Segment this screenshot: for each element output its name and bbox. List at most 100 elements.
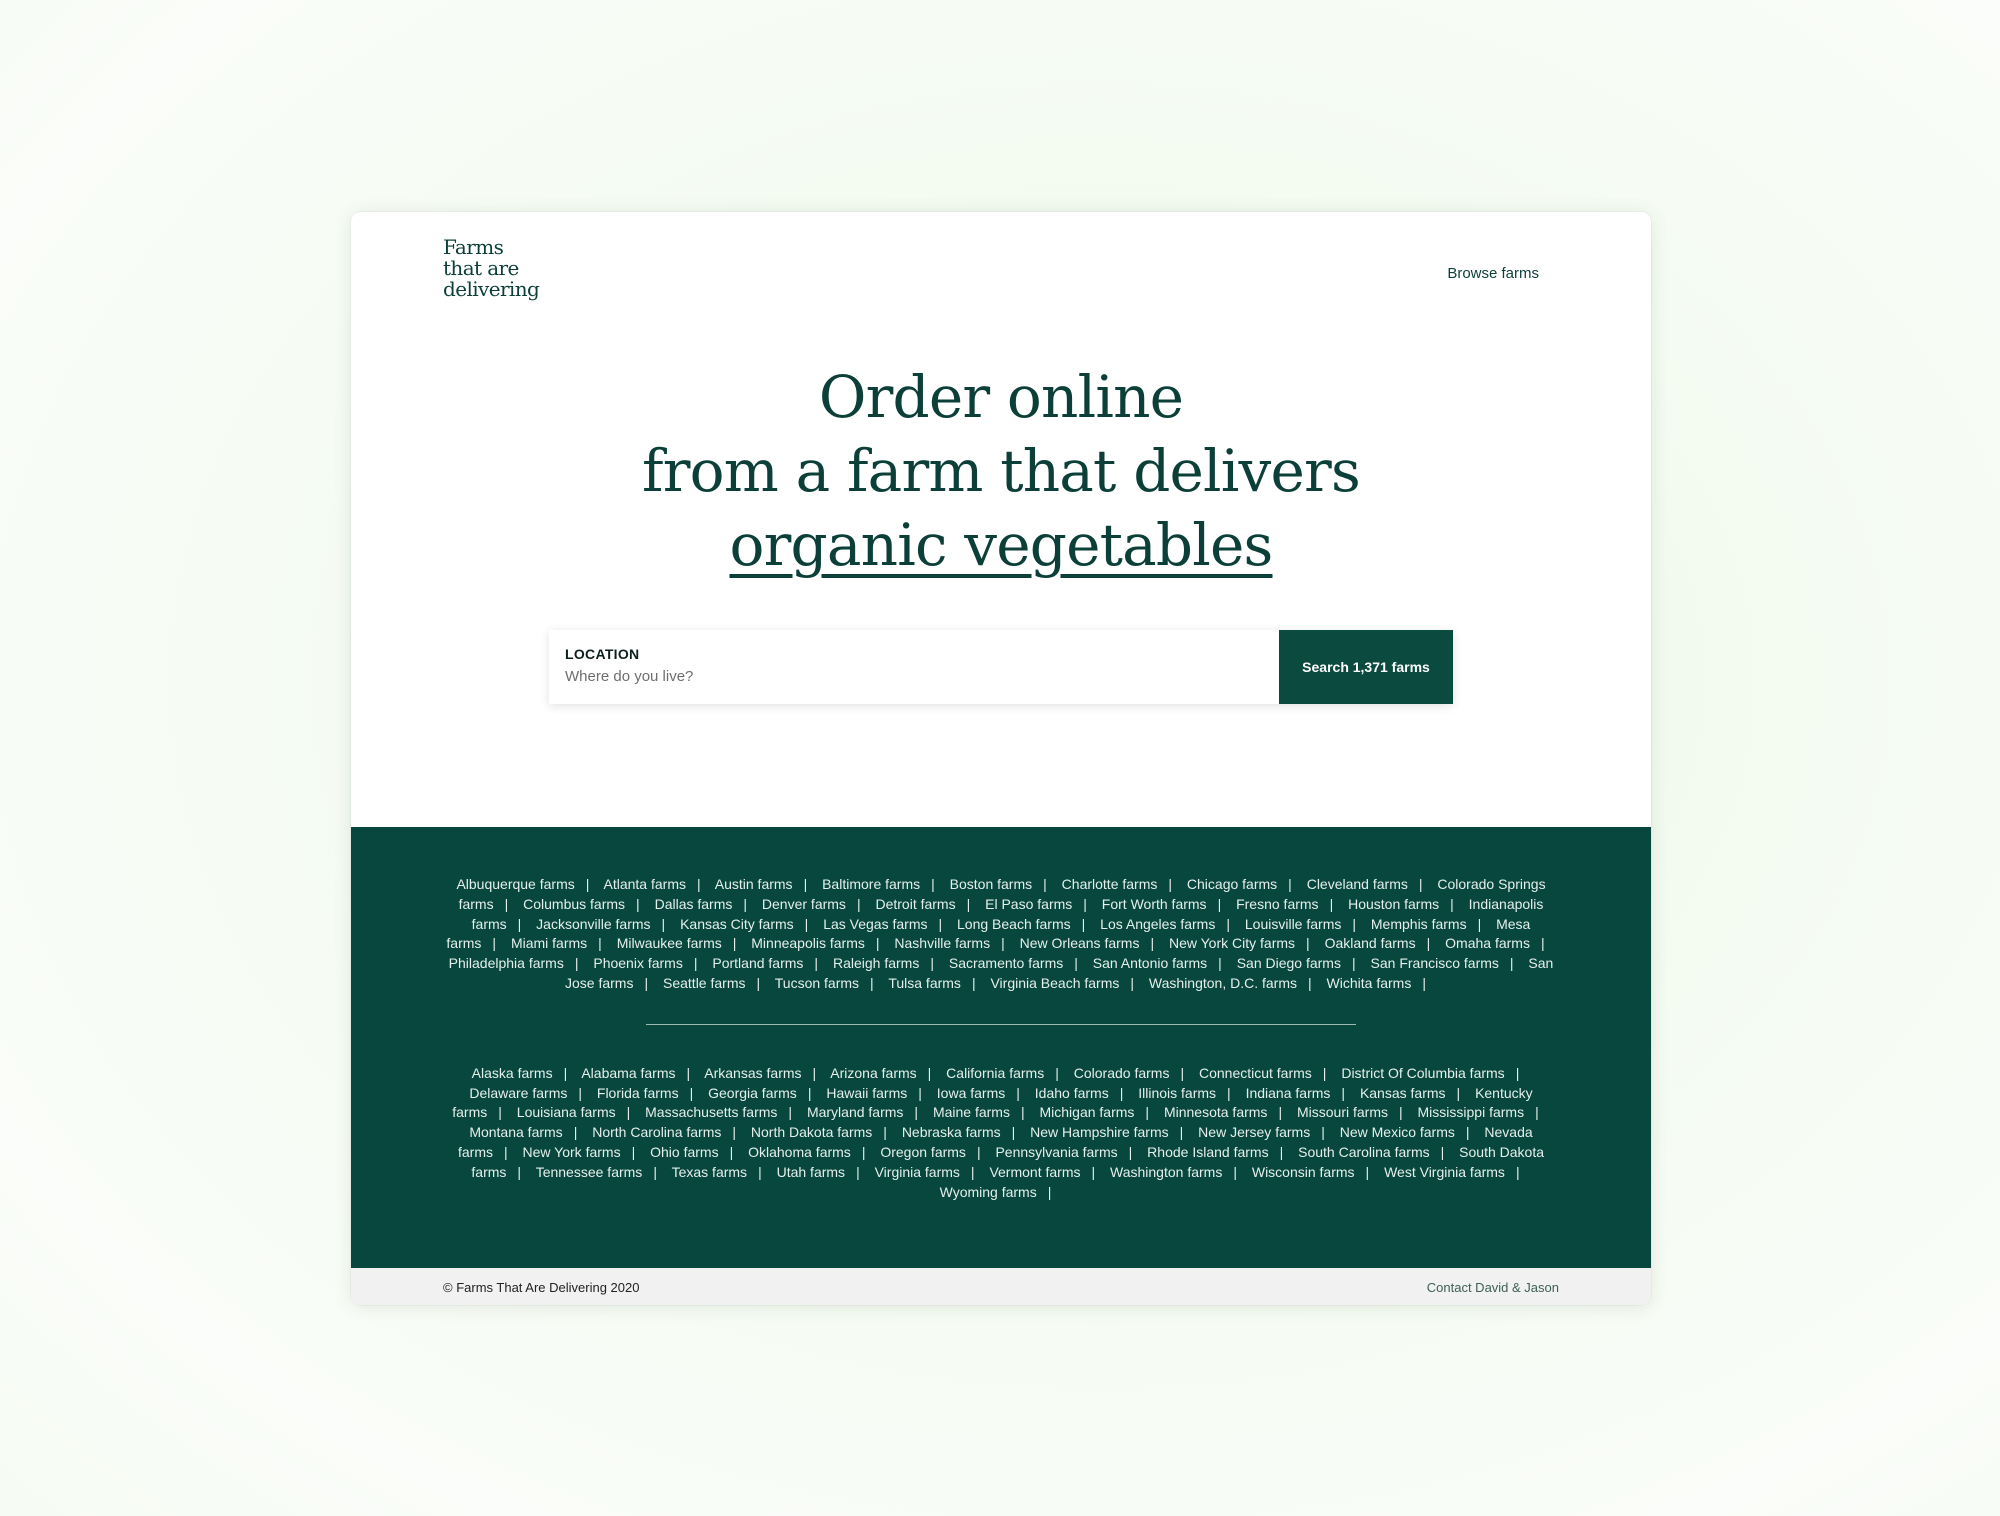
search-button[interactable]: Search 1,371 farms (1279, 630, 1453, 704)
city-link[interactable]: New Orleans farms (1020, 935, 1140, 951)
city-link[interactable]: Fresno farms (1236, 896, 1318, 912)
city-link[interactable]: Albuquerque farms (456, 876, 574, 892)
state-link[interactable]: Montana farms (469, 1124, 562, 1140)
city-link[interactable]: Minneapolis farms (751, 935, 865, 951)
state-link[interactable]: Idaho farms (1035, 1085, 1109, 1101)
state-link[interactable]: Michigan farms (1040, 1104, 1135, 1120)
state-link[interactable]: New York farms (523, 1144, 621, 1160)
state-link[interactable]: Arizona farms (830, 1065, 916, 1081)
state-link[interactable]: West Virginia farms (1384, 1164, 1505, 1180)
state-link[interactable]: Alabama farms (581, 1065, 675, 1081)
city-link[interactable]: Washington, D.C. farms (1149, 975, 1297, 991)
site-logo[interactable]: Farms that are delivering (443, 237, 540, 300)
state-link[interactable]: Nebraska farms (902, 1124, 1001, 1140)
city-link[interactable]: Charlotte farms (1062, 876, 1158, 892)
state-link[interactable]: District Of Columbia farms (1341, 1065, 1504, 1081)
state-link[interactable]: Missouri farms (1297, 1104, 1388, 1120)
state-link[interactable]: Oklahoma farms (748, 1144, 851, 1160)
city-link[interactable]: Omaha farms (1445, 935, 1530, 951)
state-link[interactable]: Florida farms (597, 1085, 679, 1101)
city-link[interactable]: Chicago farms (1187, 876, 1277, 892)
browse-farms-link[interactable]: Browse farms (1447, 265, 1539, 282)
city-link[interactable]: San Francisco farms (1371, 955, 1499, 971)
city-link[interactable]: Milwaukee farms (617, 935, 722, 951)
state-link[interactable]: California farms (946, 1065, 1044, 1081)
city-link[interactable]: Nashville farms (894, 935, 990, 951)
city-link[interactable]: Atlanta farms (604, 876, 686, 892)
location-input[interactable] (565, 668, 1263, 685)
state-link[interactable]: Oregon farms (880, 1144, 966, 1160)
city-link[interactable]: New York City farms (1169, 935, 1295, 951)
state-link[interactable]: Washington farms (1110, 1164, 1222, 1180)
state-link[interactable]: North Carolina farms (592, 1124, 721, 1140)
city-link[interactable]: San Diego farms (1237, 955, 1341, 971)
city-link[interactable]: El Paso farms (985, 896, 1072, 912)
state-link[interactable]: Colorado farms (1074, 1065, 1170, 1081)
city-link[interactable]: Oakland farms (1325, 935, 1416, 951)
state-link[interactable]: Wyoming farms (940, 1184, 1037, 1200)
city-link[interactable]: Fort Worth farms (1102, 896, 1207, 912)
state-link[interactable]: New Mexico farms (1340, 1124, 1455, 1140)
city-link[interactable]: Philadelphia farms (449, 955, 564, 971)
state-link[interactable]: Iowa farms (937, 1085, 1005, 1101)
state-link[interactable]: Indiana farms (1246, 1085, 1331, 1101)
city-link[interactable]: Tucson farms (775, 975, 859, 991)
city-link[interactable]: Portland farms (712, 955, 803, 971)
state-link[interactable]: Vermont farms (989, 1164, 1080, 1180)
state-link[interactable]: Maine farms (933, 1104, 1010, 1120)
state-link[interactable]: Wisconsin farms (1252, 1164, 1355, 1180)
state-link[interactable]: Mississippi farms (1418, 1104, 1525, 1120)
city-link[interactable]: Austin farms (715, 876, 793, 892)
state-link[interactable]: Kansas farms (1360, 1085, 1446, 1101)
state-link[interactable]: Pennsylvania farms (995, 1144, 1117, 1160)
city-link[interactable]: Raleigh farms (833, 955, 919, 971)
state-link[interactable]: Delaware farms (469, 1085, 567, 1101)
city-link[interactable]: Houston farms (1348, 896, 1439, 912)
city-link[interactable]: Louisville farms (1245, 916, 1341, 932)
city-link[interactable]: Cleveland farms (1307, 876, 1408, 892)
city-link[interactable]: Las Vegas farms (823, 916, 927, 932)
state-link[interactable]: Alaska farms (472, 1065, 553, 1081)
state-link[interactable]: Virginia farms (875, 1164, 960, 1180)
state-link[interactable]: North Dakota farms (751, 1124, 872, 1140)
city-link[interactable]: Columbus farms (523, 896, 625, 912)
city-link[interactable]: Dallas farms (655, 896, 733, 912)
city-link[interactable]: Seattle farms (663, 975, 745, 991)
state-link[interactable]: Minnesota farms (1164, 1104, 1267, 1120)
state-link[interactable]: New Hampshire farms (1030, 1124, 1168, 1140)
city-link[interactable]: Los Angeles farms (1100, 916, 1215, 932)
state-link[interactable]: Illinois farms (1138, 1085, 1216, 1101)
state-link[interactable]: Arkansas farms (704, 1065, 801, 1081)
city-link[interactable]: Phoenix farms (593, 955, 682, 971)
city-link[interactable]: San Antonio farms (1093, 955, 1207, 971)
state-link[interactable]: New Jersey farms (1198, 1124, 1310, 1140)
city-link[interactable]: Memphis farms (1371, 916, 1467, 932)
location-field[interactable]: LOCATION (549, 630, 1279, 704)
state-link[interactable]: Tennessee farms (536, 1164, 643, 1180)
state-link[interactable]: South Carolina farms (1298, 1144, 1430, 1160)
state-link[interactable]: Texas farms (672, 1164, 747, 1180)
state-link[interactable]: Louisiana farms (517, 1104, 616, 1120)
city-link[interactable]: Kansas City farms (680, 916, 794, 932)
city-link[interactable]: Miami farms (511, 935, 587, 951)
contact-link[interactable]: Contact David & Jason (1427, 1280, 1559, 1295)
state-link[interactable]: Rhode Island farms (1147, 1144, 1268, 1160)
state-link[interactable]: Maryland farms (807, 1104, 903, 1120)
state-link[interactable]: Hawaii farms (826, 1085, 907, 1101)
city-link[interactable]: Tulsa farms (888, 975, 961, 991)
city-link[interactable]: Denver farms (762, 896, 846, 912)
city-link[interactable]: Wichita farms (1327, 975, 1412, 991)
city-link[interactable]: Boston farms (950, 876, 1032, 892)
city-link[interactable]: Virginia Beach farms (990, 975, 1119, 991)
city-link[interactable]: Jacksonville farms (536, 916, 650, 932)
city-link[interactable]: Detroit farms (875, 896, 955, 912)
state-link[interactable]: Ohio farms (650, 1144, 718, 1160)
state-link[interactable]: Connecticut farms (1199, 1065, 1312, 1081)
city-link[interactable]: Sacramento farms (949, 955, 1063, 971)
headline-highlight[interactable]: organic vegetables (730, 511, 1274, 579)
state-link[interactable]: Massachusetts farms (645, 1104, 777, 1120)
state-link[interactable]: Georgia farms (708, 1085, 797, 1101)
city-link[interactable]: Long Beach farms (957, 916, 1071, 932)
state-link[interactable]: Utah farms (777, 1164, 845, 1180)
city-link[interactable]: Baltimore farms (822, 876, 920, 892)
